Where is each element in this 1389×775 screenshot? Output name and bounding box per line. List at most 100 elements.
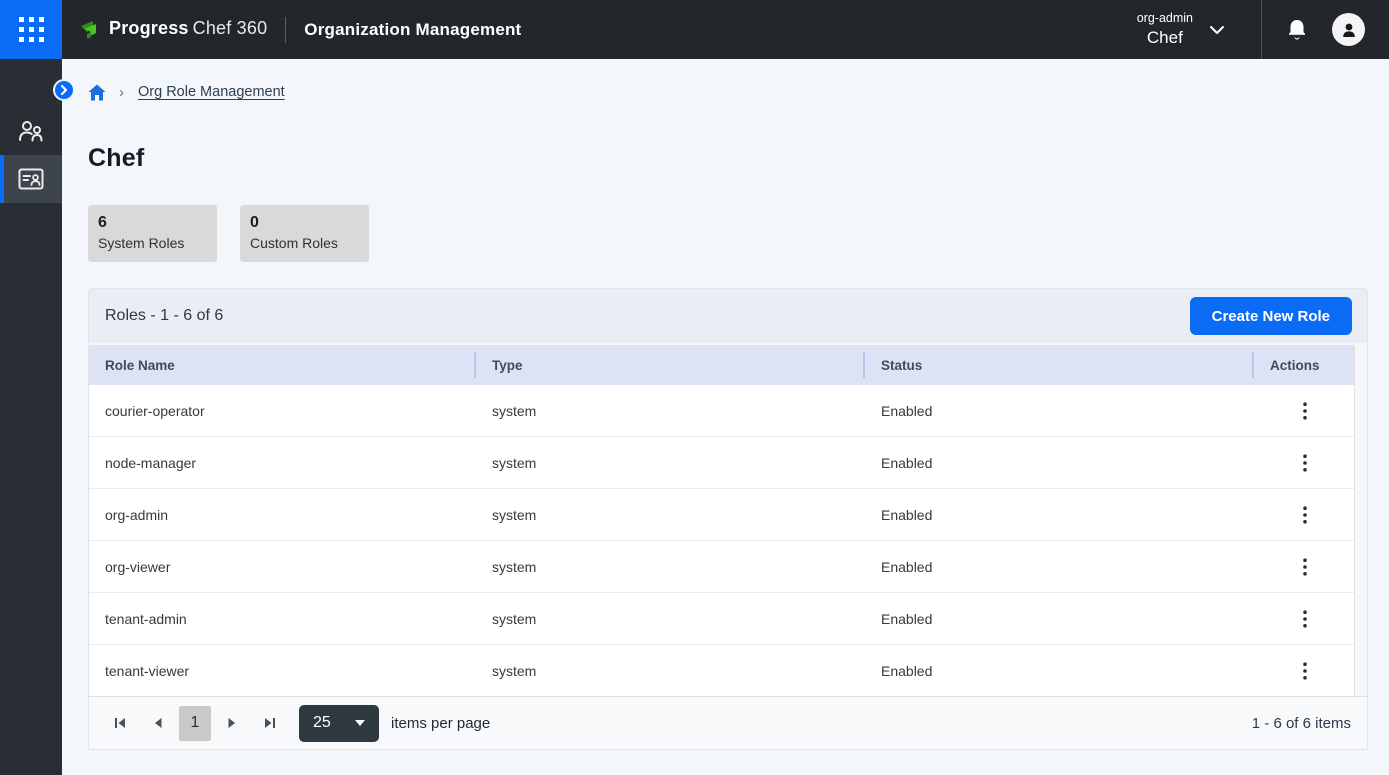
- app-title: Organization Management: [304, 20, 521, 40]
- breadcrumb-separator-icon: ›: [119, 84, 124, 101]
- breadcrumb: › Org Role Management: [88, 82, 285, 102]
- table-row: node-manager system Enabled: [89, 437, 1367, 489]
- row-actions-menu-button[interactable]: [1291, 501, 1319, 529]
- cell-type: system: [476, 437, 865, 488]
- column-header-actions: Actions: [1254, 345, 1356, 385]
- row-actions-menu-button[interactable]: [1291, 449, 1319, 477]
- progress-logo-icon: [78, 18, 102, 42]
- next-page-button[interactable]: [217, 708, 247, 738]
- table-row: courier-operator system Enabled: [89, 385, 1367, 437]
- column-header-type: Type: [476, 345, 865, 385]
- stat-label: Custom Roles: [250, 233, 359, 253]
- chevron-down-icon: [1209, 25, 1225, 35]
- row-actions-menu-button[interactable]: [1291, 397, 1319, 425]
- cell-status: Enabled: [865, 489, 1254, 540]
- cell-role-name: org-viewer: [89, 541, 476, 592]
- cell-status: Enabled: [865, 437, 1254, 488]
- brand-logo: Progress Chef 360: [78, 18, 267, 42]
- sidebar-item-org-roles[interactable]: [0, 155, 62, 203]
- cell-actions: [1254, 437, 1356, 488]
- first-page-icon: [113, 717, 127, 729]
- stat-value: 6: [98, 212, 207, 233]
- table-body: courier-operator system Enabled node-man…: [89, 385, 1367, 697]
- row-actions-menu-button[interactable]: [1291, 553, 1319, 581]
- table-row: tenant-admin system Enabled: [89, 593, 1367, 645]
- create-new-role-button[interactable]: Create New Role: [1190, 297, 1352, 335]
- cell-status: Enabled: [865, 593, 1254, 644]
- page-size-value: 25: [313, 714, 331, 732]
- roles-panel-toolbar: Roles - 1 - 6 of 6 Create New Role: [89, 289, 1367, 345]
- org-switcher-labels: org-admin Chef: [1137, 11, 1193, 48]
- notifications-button[interactable]: [1286, 18, 1308, 42]
- breadcrumb-link-org-role-management[interactable]: Org Role Management: [138, 84, 285, 100]
- kebab-menu-icon: [1303, 454, 1307, 472]
- cell-status: Enabled: [865, 645, 1254, 696]
- breadcrumb-home-button[interactable]: [88, 84, 106, 101]
- column-header-role-name: Role Name: [89, 345, 476, 385]
- apps-grid-icon: [19, 17, 44, 42]
- main-content: › Org Role Management Chef 6 System Role…: [62, 59, 1389, 775]
- first-page-button[interactable]: [105, 708, 135, 738]
- previous-page-icon: [153, 717, 163, 729]
- items-range-label: 1 - 6 of 6 items: [1252, 715, 1351, 732]
- roles-panel-title: Roles - 1 - 6 of 6: [105, 307, 223, 325]
- row-actions-menu-button[interactable]: [1291, 657, 1319, 685]
- left-sidebar: [0, 59, 62, 775]
- avatar: [1332, 13, 1365, 46]
- cell-actions: [1254, 541, 1356, 592]
- cell-type: system: [476, 385, 865, 436]
- topbar-divider: [285, 17, 286, 43]
- screen: Progress Chef 360 Organization Managemen…: [0, 0, 1389, 775]
- row-actions-menu-button[interactable]: [1291, 605, 1319, 633]
- kebab-menu-icon: [1303, 610, 1307, 628]
- column-header-status: Status: [865, 345, 1254, 385]
- app-launcher-button[interactable]: [0, 0, 62, 59]
- cell-actions: [1254, 645, 1356, 696]
- dropdown-caret-icon: [355, 720, 365, 726]
- user-menu-button[interactable]: [1332, 13, 1365, 46]
- bell-icon: [1286, 18, 1308, 42]
- cell-role-name: tenant-viewer: [89, 645, 476, 696]
- table-row: tenant-viewer system Enabled: [89, 645, 1367, 697]
- chevron-right-icon: [59, 85, 69, 95]
- cell-role-name: courier-operator: [89, 385, 476, 436]
- cell-type: system: [476, 541, 865, 592]
- last-page-button[interactable]: [255, 708, 285, 738]
- brand-product: Chef 360: [193, 18, 268, 39]
- sidebar-expand-button[interactable]: [53, 79, 75, 101]
- roles-panel: Roles - 1 - 6 of 6 Create New Role Role …: [88, 288, 1368, 750]
- cell-actions: [1254, 385, 1356, 436]
- kebab-menu-icon: [1303, 558, 1307, 576]
- next-page-icon: [227, 717, 237, 729]
- stat-cards: 6 System Roles 0 Custom Roles: [88, 205, 369, 262]
- home-icon: [88, 84, 106, 101]
- org-role-label: org-admin: [1137, 11, 1193, 25]
- cell-actions: [1254, 593, 1356, 644]
- role-card-icon: [18, 168, 44, 190]
- cell-role-name: node-manager: [89, 437, 476, 488]
- org-switcher[interactable]: org-admin Chef: [1129, 7, 1233, 52]
- stat-card-custom-roles: 0 Custom Roles: [240, 205, 369, 262]
- topbar-section-divider: [1261, 0, 1262, 59]
- topbar-right: org-admin Chef: [1129, 0, 1389, 59]
- sidebar-item-users[interactable]: [0, 107, 62, 155]
- stat-value: 0: [250, 212, 359, 233]
- person-icon: [1340, 21, 1358, 39]
- last-page-icon: [263, 717, 277, 729]
- cell-type: system: [476, 645, 865, 696]
- page-number-button[interactable]: 1: [179, 706, 211, 741]
- stat-label: System Roles: [98, 233, 207, 253]
- cell-status: Enabled: [865, 541, 1254, 592]
- cell-type: system: [476, 593, 865, 644]
- cell-type: system: [476, 489, 865, 540]
- top-header-bar: Progress Chef 360 Organization Managemen…: [0, 0, 1389, 59]
- page-size-dropdown[interactable]: 25: [299, 705, 379, 742]
- previous-page-button[interactable]: [143, 708, 173, 738]
- cell-role-name: org-admin: [89, 489, 476, 540]
- cell-actions: [1254, 489, 1356, 540]
- kebab-menu-icon: [1303, 402, 1307, 420]
- org-name-label: Chef: [1137, 28, 1193, 48]
- cell-role-name: tenant-admin: [89, 593, 476, 644]
- table-scrollbar-track[interactable]: [1354, 345, 1367, 698]
- stat-card-system-roles: 6 System Roles: [88, 205, 217, 262]
